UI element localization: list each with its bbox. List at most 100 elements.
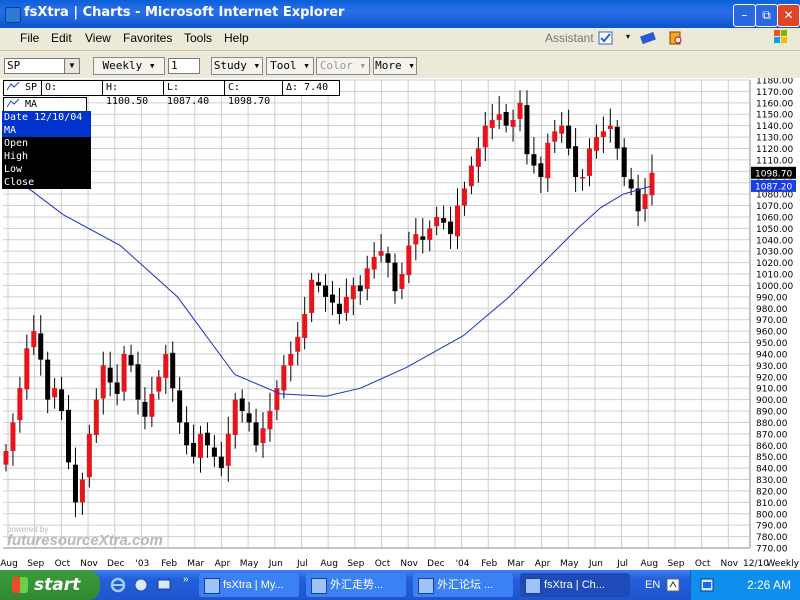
y-tick-label: 950.00 — [756, 339, 788, 349]
task-fsxtra-active[interactable]: fsXtra | Ch... — [520, 573, 630, 597]
y-tick-label: 860.00 — [756, 442, 788, 452]
x-tick-label: Weekly — [766, 559, 799, 569]
y-tick-label: 920.00 — [756, 373, 788, 383]
study-button[interactable]: Study ▾ — [211, 57, 263, 75]
candle — [52, 388, 58, 398]
quote-low: L: 1087.40 — [163, 80, 227, 107]
info-low: Low — [4, 164, 23, 175]
candle — [559, 125, 565, 134]
y-tick-label: 940.00 — [756, 350, 788, 360]
candle — [406, 245, 412, 276]
candle — [524, 105, 530, 155]
y-tick-label: 1030.00 — [756, 248, 793, 258]
candle — [211, 447, 217, 457]
candle — [413, 234, 419, 245]
tray-app-icon[interactable] — [699, 577, 715, 593]
candle — [267, 411, 273, 430]
x-tick-label: Dec — [107, 559, 124, 569]
candle — [357, 285, 363, 292]
candle — [385, 253, 391, 263]
menu-view[interactable]: View — [85, 31, 111, 45]
messenger-icon[interactable] — [640, 30, 656, 46]
task-forex-2[interactable]: 外汇论坛 ... — [413, 573, 513, 597]
more-button[interactable]: More ▾ — [373, 57, 417, 75]
candle — [302, 314, 308, 338]
info-open: Open — [4, 138, 29, 149]
symbol-input[interactable]: SP — [4, 58, 68, 74]
tool-button[interactable]: Tool ▾ — [266, 57, 314, 75]
windows-logo-icon — [774, 30, 787, 43]
candle — [510, 119, 516, 127]
candle — [66, 409, 72, 463]
language-bar-icon[interactable] — [665, 577, 681, 593]
candle — [489, 119, 495, 128]
y-tick-label: 790.00 — [756, 522, 788, 532]
y-tick-label: 770.00 — [756, 545, 788, 555]
candle — [329, 294, 335, 303]
price-chart[interactable]: 770.00 780.00790.00 800.00810.00 820.00830.… — [0, 78, 800, 570]
candle — [10, 422, 16, 451]
candle — [628, 179, 634, 189]
candle — [538, 163, 544, 178]
y-tick-label: 1070.00 — [756, 202, 793, 212]
x-tick-label: Feb — [481, 559, 497, 569]
candle — [59, 389, 65, 412]
candle — [461, 188, 467, 206]
assistant-dropdown-arrow-icon[interactable]: ▾ — [626, 32, 630, 41]
menu-favorites[interactable]: Favorites — [123, 31, 172, 45]
quote-change: Δ: 7.40 — [282, 80, 340, 96]
candle — [566, 125, 572, 149]
maximize-button[interactable]: ⧉ — [755, 4, 778, 27]
y-tick-label: 910.00 — [756, 385, 788, 395]
candle — [38, 333, 44, 360]
x-tick-label: Jun — [588, 559, 603, 569]
menu-file[interactable]: File — [20, 31, 39, 45]
x-tick-label: '03 — [135, 559, 149, 569]
period-input[interactable]: 1 — [168, 58, 200, 74]
menu-edit[interactable]: Edit — [51, 31, 72, 45]
quote-close: C: 1098.70 — [224, 80, 285, 107]
data-window: Date 12/10/04 MA Open High Low Close — [2, 111, 91, 189]
candle — [149, 393, 155, 417]
task-fsxtra-1[interactable]: fsXtra | My... — [199, 573, 299, 597]
y-tick-label: 880.00 — [756, 419, 788, 429]
x-tick-label: Mar — [507, 559, 524, 569]
candle — [260, 428, 266, 443]
candle — [448, 221, 454, 235]
y-tick-label: 960.00 — [756, 328, 788, 338]
symbol-dropdown-icon[interactable]: ▼ — [64, 58, 80, 74]
ie-quicklaunch-icon-2[interactable] — [133, 577, 149, 593]
y-tick-label: 890.00 — [756, 408, 788, 418]
close-button[interactable]: ✕ — [777, 4, 800, 27]
checklist-icon[interactable] — [598, 30, 614, 46]
show-desktop-icon[interactable] — [156, 577, 172, 593]
menu-bar: File Edit View Favorites Tools Help Assi… — [0, 28, 800, 51]
candle — [170, 352, 176, 389]
research-icon[interactable] — [668, 30, 684, 46]
candle — [197, 433, 203, 458]
candle — [600, 131, 606, 138]
candle — [128, 355, 134, 366]
taskbar: start » fsXtra | My... 外汇走势... 外汇论坛 ... … — [0, 570, 800, 600]
candle — [649, 172, 655, 196]
menu-help[interactable]: Help — [224, 31, 249, 45]
task-forex-1[interactable]: 外汇走势... — [306, 573, 406, 597]
candle — [93, 399, 99, 435]
candle — [288, 353, 294, 366]
ie-quicklaunch-icon[interactable] — [110, 577, 126, 593]
candle — [350, 285, 356, 300]
candle — [607, 125, 613, 130]
quote-symbol: SP — [3, 80, 44, 96]
y-tick-label: 840.00 — [756, 465, 788, 475]
quicklaunch-chevron-icon[interactable]: » — [183, 574, 189, 585]
language-indicator[interactable]: EN — [645, 570, 660, 600]
y-tick-label: 1130.00 — [756, 134, 793, 144]
candle — [3, 450, 9, 465]
minimize-button[interactable]: – — [733, 4, 756, 27]
y-tick-label: 970.00 — [756, 316, 788, 326]
interval-button[interactable]: Weekly ▾ — [93, 57, 165, 75]
start-button[interactable]: start — [0, 570, 100, 600]
menu-tools[interactable]: Tools — [184, 31, 212, 45]
x-tick-label: Nov — [400, 559, 418, 569]
chart-area[interactable]: 770.00 780.00 790.00 800.00 810.00 820.00 830.… — [0, 78, 800, 570]
